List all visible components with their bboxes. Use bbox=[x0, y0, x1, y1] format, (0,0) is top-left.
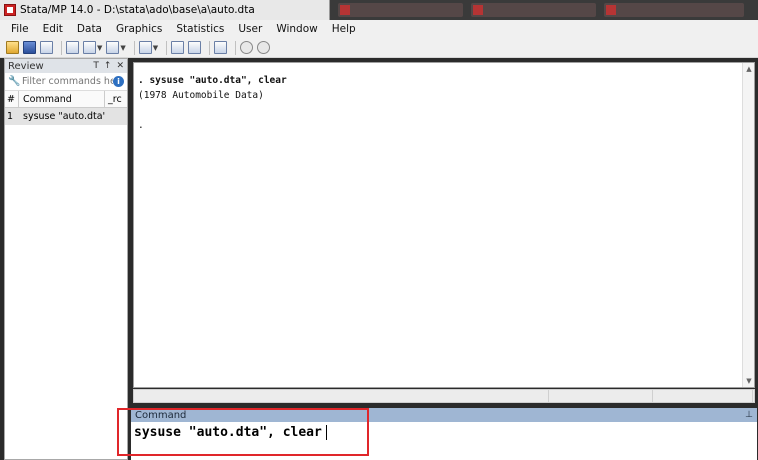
status-segment bbox=[134, 390, 549, 402]
data-editor-icon[interactable] bbox=[171, 41, 185, 54]
history-row-command: sysuse "auto.dta",... bbox=[23, 111, 105, 122]
toolbar-separator bbox=[209, 40, 211, 55]
filter-commands-input[interactable] bbox=[22, 74, 113, 89]
command-text: sysuse "auto.dta", clear bbox=[134, 425, 322, 440]
text-caret bbox=[325, 425, 327, 440]
app-icon bbox=[340, 5, 350, 15]
chevron-down-icon[interactable]: ▼ bbox=[120, 44, 125, 52]
filter-row: 🔧 i bbox=[5, 73, 127, 91]
results-scrollbar[interactable]: ▲ ▼ bbox=[742, 63, 754, 387]
review-panel: Review T ↑ ✕ 🔧 i # Command _rc 1 sysuse … bbox=[4, 58, 128, 460]
app-icon bbox=[473, 5, 483, 15]
command-window: Command ⊥ sysuse "auto.dta", clear bbox=[131, 408, 757, 460]
pin-icon[interactable]: ↑ bbox=[104, 61, 112, 71]
info-icon[interactable]: i bbox=[113, 76, 124, 87]
scroll-up-icon[interactable]: ▲ bbox=[743, 63, 755, 75]
background-window-tab[interactable] bbox=[604, 3, 744, 17]
toolbar: ▼ ▼ ▼ bbox=[0, 38, 758, 58]
chevron-down-icon[interactable]: ▼ bbox=[153, 44, 158, 52]
window-title: Stata/MP 14.0 - D:\stata\ado\base\a\auto… bbox=[20, 4, 255, 16]
review-title: Review bbox=[8, 60, 44, 72]
menu-graphics[interactable]: Graphics bbox=[109, 23, 169, 35]
results-line: (1978 Automobile Data) bbox=[138, 90, 264, 101]
column-command[interactable]: Command bbox=[19, 91, 105, 107]
history-row-number: 1 bbox=[7, 111, 14, 122]
menu-window[interactable]: Window bbox=[269, 23, 324, 35]
toolbar-separator bbox=[61, 40, 62, 55]
wrench-icon[interactable]: 🔧 bbox=[8, 76, 20, 87]
status-segment bbox=[549, 390, 653, 402]
do-file-editor-icon[interactable] bbox=[138, 41, 152, 54]
close-icon[interactable]: ✕ bbox=[116, 61, 124, 71]
history-header: # Command _rc bbox=[5, 91, 127, 108]
stata-app-icon bbox=[4, 4, 16, 16]
variables-manager-icon[interactable] bbox=[214, 41, 228, 54]
results-window[interactable]: . sysuse "auto.dta", clear (1978 Automobi… bbox=[133, 62, 755, 388]
break-icon[interactable] bbox=[257, 41, 271, 54]
viewer-icon[interactable] bbox=[83, 41, 96, 54]
results-line bbox=[138, 103, 287, 118]
menu-statistics[interactable]: Statistics bbox=[169, 23, 231, 35]
filter-toggle-icon[interactable]: T bbox=[93, 61, 99, 71]
status-segment bbox=[653, 390, 753, 402]
menu-edit[interactable]: Edit bbox=[36, 23, 70, 35]
menu-data[interactable]: Data bbox=[70, 23, 109, 35]
app-icon bbox=[606, 5, 616, 15]
review-header: Review T ↑ ✕ bbox=[5, 59, 127, 73]
command-header: Command ⊥ bbox=[131, 408, 757, 422]
menu-bar: File Edit Data Graphics Statistics User … bbox=[0, 20, 758, 38]
history-row[interactable]: 1 sysuse "auto.dta",... bbox=[5, 108, 127, 125]
menu-user[interactable]: User bbox=[231, 23, 269, 35]
log-icon[interactable] bbox=[66, 41, 79, 54]
chevron-down-icon[interactable]: ▼ bbox=[97, 44, 102, 52]
open-folder-icon[interactable] bbox=[6, 41, 19, 54]
data-browser-icon[interactable] bbox=[188, 41, 202, 54]
more-icon[interactable] bbox=[240, 41, 254, 54]
print-icon[interactable] bbox=[40, 41, 53, 54]
review-controls: T ↑ ✕ bbox=[93, 61, 124, 71]
save-icon[interactable] bbox=[23, 41, 36, 54]
results-line: . bbox=[138, 120, 144, 131]
results-line: . sysuse "auto.dta", clear bbox=[138, 75, 287, 86]
toolbar-separator bbox=[166, 40, 168, 55]
active-window-tab[interactable]: Stata/MP 14.0 - D:\stata\ado\base\a\auto… bbox=[0, 0, 330, 20]
graph-icon[interactable] bbox=[106, 41, 120, 54]
results-status-bar bbox=[133, 389, 755, 403]
column-number[interactable]: # bbox=[5, 91, 19, 107]
background-window-tab[interactable] bbox=[338, 3, 463, 17]
command-input[interactable]: sysuse "auto.dta", clear bbox=[134, 425, 327, 440]
background-window-tab[interactable] bbox=[471, 3, 596, 17]
menu-help[interactable]: Help bbox=[325, 23, 363, 35]
title-bar: Stata/MP 14.0 - D:\stata\ado\base\a\auto… bbox=[0, 0, 758, 20]
pin-icon[interactable]: ⊥ bbox=[745, 410, 753, 420]
toolbar-separator bbox=[235, 40, 237, 55]
column-rc[interactable]: _rc bbox=[105, 91, 127, 107]
scroll-down-icon[interactable]: ▼ bbox=[743, 375, 755, 387]
menu-file[interactable]: File bbox=[4, 23, 36, 35]
toolbar-separator bbox=[133, 40, 135, 55]
command-title: Command bbox=[135, 409, 187, 421]
results-output: . sysuse "auto.dta", clear (1978 Automobi… bbox=[138, 73, 287, 133]
